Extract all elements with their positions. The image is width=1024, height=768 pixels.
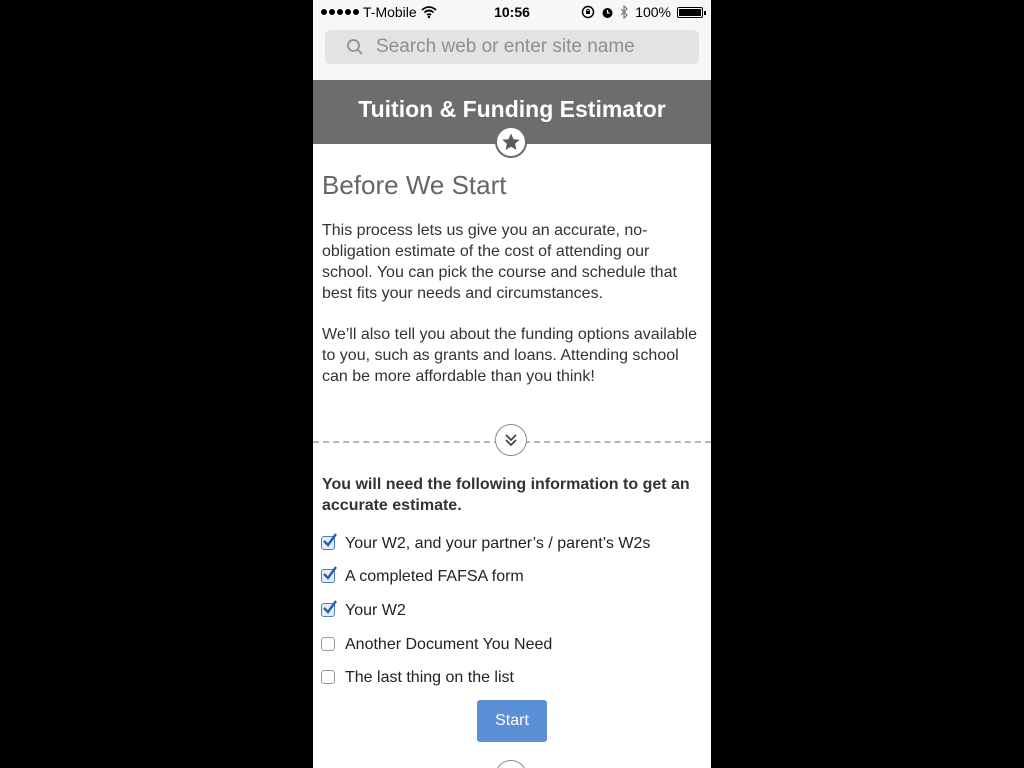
checklist-item[interactable]: Your W2 [321, 594, 701, 628]
battery-fill [679, 8, 701, 16]
checklist-item[interactable]: The last thing on the list [321, 661, 701, 695]
battery-icon [677, 6, 706, 18]
checkbox-checked[interactable] [321, 600, 337, 617]
checkbox-unchecked[interactable] [321, 636, 335, 651]
checklist-item[interactable]: Your W2, and your partner’s / parent’s W… [321, 527, 701, 561]
checkbox-checked[interactable] [321, 566, 337, 584]
alarm-icon [602, 7, 613, 18]
start-button[interactable]: Start [477, 700, 547, 742]
checklist-label: Another Document You Need [345, 635, 553, 653]
intro-section: Before We Start This process lets us giv… [322, 170, 702, 385]
phone-screen: T-Mobile 10:56 100% Search web or enter … [313, 0, 711, 768]
intro-paragraph-2: We’ll also tell you about the funding op… [322, 326, 698, 385]
rotation-lock-icon [581, 5, 595, 19]
checklist-label: The last thing on the list [345, 669, 514, 687]
status-bar: T-Mobile 10:56 100% [313, 0, 711, 24]
browser-toolbar [313, 24, 711, 80]
checklist-item[interactable]: Another Document You Need [321, 628, 701, 662]
page-title: Tuition & Funding Estimator [358, 96, 666, 122]
checklist-label: Your W2, and your partner’s / parent’s W… [345, 534, 651, 552]
double-chevron-down-icon[interactable] [495, 424, 527, 456]
requirements-heading: You will need the following information … [322, 476, 690, 514]
status-right: 100% [581, 4, 706, 20]
checklist-item[interactable]: A completed FAFSA form [321, 561, 701, 595]
battery-percent: 100% [635, 4, 671, 20]
star-icon [495, 126, 527, 158]
intro-paragraph-1: This process lets us give you an accurat… [322, 222, 677, 302]
search-icon [347, 39, 363, 55]
section-title: Before We Start [322, 170, 507, 200]
address-bar[interactable] [325, 30, 699, 64]
checkbox-unchecked[interactable] [321, 670, 335, 685]
bluetooth-icon [620, 5, 629, 19]
checkbox-checked[interactable] [321, 533, 337, 550]
checklist-label: Your W2 [345, 601, 406, 619]
search-input[interactable] [374, 35, 678, 59]
chevron-circle-icon[interactable] [495, 760, 527, 768]
requirements-checklist: Your W2, and your partner’s / parent’s W… [321, 527, 701, 695]
checklist-label: A completed FAFSA form [345, 568, 524, 586]
